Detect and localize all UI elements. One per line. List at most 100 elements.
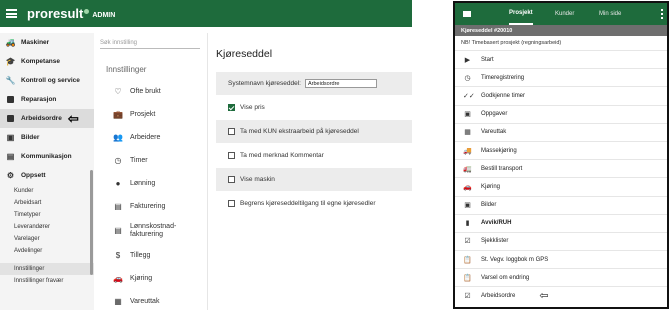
logo-dot-icon — [84, 9, 90, 14]
option-begrens-tilgang[interactable]: Begrens kjøreseddeltilgang til egne kjør… — [216, 192, 412, 215]
settings-item-label: Vareuttak — [130, 298, 160, 305]
sidebar-item-maskiner[interactable]: 🚜 Maskiner — [0, 33, 94, 52]
mobile-item-label: Godkjenne timer — [481, 92, 526, 99]
mobile-topbar: Prosjekt Kunder Min side — [455, 3, 667, 25]
mobile-item-godkjenne-timer[interactable]: ✓✓ Godkjenne timer — [455, 86, 667, 104]
sidebar-sub-kunder[interactable]: Kunder — [0, 185, 94, 197]
sidebar-item-label: Kontroll og service — [21, 77, 80, 84]
tab-min-side[interactable]: Min side — [599, 3, 621, 25]
mobile-item-kjoring[interactable]: 🚗 Kjøring — [455, 177, 667, 195]
sidebar-sub-arbeidsart[interactable]: Arbeidsart — [0, 197, 94, 209]
settings-item-timer[interactable]: ◷ Timer — [96, 149, 207, 172]
briefcase-icon: 💼 — [113, 110, 123, 119]
checkbox-icon[interactable] — [228, 152, 235, 159]
tab-prosjekt[interactable]: Prosjekt — [509, 3, 533, 25]
mobile-item-varsel-om-endring[interactable]: 📋 Varsel om endring — [455, 268, 667, 286]
settings-item-label: Arbeidere — [130, 134, 161, 141]
mobile-item-loggbok-gps[interactable]: 📋 St. Vegv. loggbok m GPS — [455, 250, 667, 268]
clipboard-icon: 📋 — [463, 274, 472, 282]
dollar-icon: $ — [115, 251, 121, 260]
document-icon: ▤ — [114, 225, 122, 235]
clock-icon: ◷ — [114, 156, 122, 165]
mobile-item-label: St. Vegv. loggbok m GPS — [481, 256, 549, 263]
gear-icon: ⚙ — [6, 171, 15, 180]
menu-button[interactable] — [0, 0, 22, 27]
more-options-icon[interactable] — [661, 9, 663, 19]
settings-item-tillegg[interactable]: $ Tillegg — [96, 244, 207, 267]
clock-icon: ◷ — [464, 74, 471, 82]
mobile-item-label: Avvik/RUH — [481, 220, 512, 227]
settings-item-ofte-brukt[interactable]: ♡ Ofte brukt — [96, 80, 207, 103]
sidebar-item-bilder[interactable]: ▣ Bilder — [0, 128, 94, 147]
settings-item-label: Timer — [130, 157, 148, 164]
sidebar-item-arbeidsordre[interactable]: Arbeidsordre ⇦ — [0, 109, 94, 128]
checkbox-checked-icon[interactable] — [228, 104, 235, 111]
mobile-item-avvik-ruh[interactable]: ▮ Avvik/RUH — [455, 213, 667, 232]
settings-item-label: Lønnskostnad- fakturering — [130, 223, 177, 238]
option-vise-maskin[interactable]: Vise maskin — [216, 168, 412, 191]
settings-item-label: Ofte brukt — [130, 88, 161, 95]
grid-icon: ▦ — [464, 129, 471, 137]
job-ticket-header: Kjøreseddel #20010 — [455, 25, 667, 36]
settings-item-arbeidere[interactable]: 👥 Arbeidere — [96, 126, 207, 149]
checkbox-icon[interactable] — [228, 176, 235, 183]
annotation-arrow-icon: ⇦ — [539, 289, 549, 302]
admin-window: proresult ADMIN 🚜 Maskiner 🎓 Kompetanse 🔧… — [0, 0, 412, 310]
sidebar-item-kontroll-og-service[interactable]: 🔧 Kontroll og service — [0, 71, 94, 90]
system-name-input[interactable] — [304, 79, 377, 88]
settings-item-label: Tillegg — [130, 252, 151, 259]
document-icon: ▤ — [114, 202, 122, 211]
settings-item-lonning[interactable]: ● Lønning — [96, 172, 207, 195]
mobile-item-bestill-transport[interactable]: 🚛 Bestill transport — [455, 159, 667, 177]
sidebar-item-reparasjon[interactable]: Reparasjon — [0, 90, 94, 109]
settings-item-kjoring[interactable]: 🚗 Kjøring — [96, 267, 207, 290]
hamburger-icon[interactable] — [463, 11, 471, 17]
checkbox-icon[interactable] — [228, 128, 235, 135]
mobile-item-label: Bilder — [481, 202, 497, 209]
mobile-item-oppgaver[interactable]: ▣ Oppgaver — [455, 104, 667, 123]
settings-item-fakturering[interactable]: ▤ Fakturering — [96, 195, 207, 218]
sidebar-sub-innstillinger-fravaer[interactable]: Innstillinger fravær — [0, 275, 94, 287]
sidebar-item-oppsett[interactable]: ⚙ Oppsett — [0, 166, 94, 185]
mobile-item-start[interactable]: ▶ Start — [455, 50, 667, 68]
settings-detail-panel: Kjøreseddel Systemnavn kjøreseddel: Vise… — [209, 33, 412, 310]
image-icon: ▣ — [464, 202, 471, 210]
sidebar-sub-varelager[interactable]: Varelager — [0, 233, 94, 245]
mobile-item-massekjoring[interactable]: 🚚 Massekjøring — [455, 140, 667, 159]
checkbox-icon — [6, 114, 15, 123]
sidebar-item-kompetanse[interactable]: 🎓 Kompetanse — [0, 52, 94, 71]
mobile-item-label: Start — [481, 56, 494, 63]
option-vise-pris[interactable]: Vise pris — [216, 96, 412, 119]
mobile-item-label: Oppgaver — [481, 111, 508, 118]
mobile-item-timeregistrering[interactable]: ◷ Timeregistrering — [455, 68, 667, 86]
checkbox-icon: ☑ — [464, 238, 471, 246]
settings-list: Søk innstilling Innstillinger ♡ Ofte bru… — [96, 33, 208, 310]
screenshot-root: proresult ADMIN 🚜 Maskiner 🎓 Kompetanse 🔧… — [0, 0, 670, 310]
settings-item-vareuttak[interactable]: ▦ Vareuttak — [96, 290, 207, 310]
graduation-icon: 🎓 — [5, 57, 16, 66]
settings-search-input[interactable]: Søk innstilling — [100, 37, 200, 49]
checkbox-icon[interactable] — [228, 200, 235, 207]
settings-item-lonnskostnad-fakturering[interactable]: ▤ Lønnskostnad- fakturering — [96, 218, 207, 244]
sidebar-scrollbar[interactable] — [90, 170, 93, 275]
option-merknad-kommentar[interactable]: Ta med merknad Kommentar — [216, 144, 412, 167]
sidebar-sub-timetyper[interactable]: Timetyper — [0, 209, 94, 221]
play-icon: ▶ — [464, 56, 471, 64]
sidebar-sub-avdelinger[interactable]: Avdelinger — [0, 245, 94, 257]
mobile-item-arbeidsordre[interactable]: ☑ Arbeidsordre ⇦ — [455, 286, 667, 304]
system-name-row: Systemnavn kjøreseddel: — [216, 72, 412, 95]
mobile-item-sjekklister[interactable]: ☑ Sjekklister — [455, 231, 667, 250]
truck-icon: 🚜 — [5, 38, 16, 47]
sidebar-item-kommunikasjon[interactable]: ▤ Kommunikasjon — [0, 147, 94, 166]
option-kun-ekstraarbeid[interactable]: Ta med KUN ekstraarbeid på kjøreseddel — [216, 120, 412, 143]
tab-kunder[interactable]: Kunder — [555, 3, 574, 25]
sidebar-sub-innstillinger[interactable]: Innstillinger — [0, 263, 94, 275]
mobile-item-label: Massekjøring — [481, 147, 517, 154]
mobile-item-bilder[interactable]: ▣ Bilder — [455, 195, 667, 214]
settings-item-label: Kjøring — [130, 275, 153, 282]
settings-item-prosjekt[interactable]: 💼 Prosjekt — [96, 103, 207, 126]
task-icon: ▣ — [464, 111, 471, 119]
brand-logo[interactable]: proresult ADMIN — [27, 7, 115, 20]
sidebar-sub-leverandorer[interactable]: Leverandører — [0, 221, 94, 233]
mobile-item-vareuttak[interactable]: ▦ Vareuttak — [455, 122, 667, 141]
